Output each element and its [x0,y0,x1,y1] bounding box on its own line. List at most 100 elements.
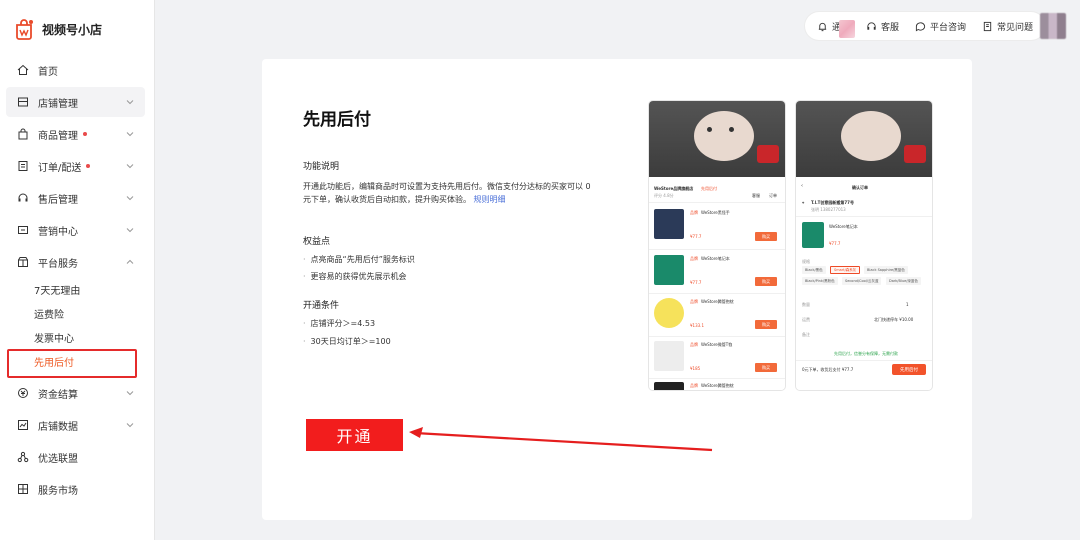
faq-label: 常见问题 [996,22,1033,33]
benefits-title: 权益点 [303,237,331,247]
buy-button[interactable]: 购买 [755,320,777,329]
checkout-panel: ‹ 确认订单 ⌖ T.I.T创意园新搬第77号 张明 1380277013 We… [796,177,932,390]
ship-value[interactable]: 北门快递停车 ¥10.00 [874,317,913,322]
paylater-badge: 先用后付 [701,186,717,191]
qty-label: 数量 [802,302,810,307]
product-thumb [654,255,684,285]
product-price: ¥77.7 [690,280,702,285]
location-icon: ⌖ [802,200,805,205]
sidebar-item-products[interactable]: 商品管理 [6,119,145,149]
sidebar-item-label: 订单/配送 [38,162,82,174]
checkout-header: 确认订单 [852,185,868,190]
spec-chip-selected[interactable]: Smart/森系灰 [830,266,861,274]
sidebar-item-label: 平台服务 [38,258,78,270]
sidebar-item-store[interactable]: 店铺管理 [6,87,145,117]
sidebar-item-label: 资金结算 [38,389,78,401]
faq-button[interactable]: 常见问题 [982,20,1033,33]
product-tag: 品牌 [690,383,698,388]
product-tag: 品牌 [690,299,698,304]
sidebar-item-marketing[interactable]: 营销中心 [6,215,145,245]
highlight-box [7,349,137,378]
store-icon [16,95,30,109]
brand[interactable]: 视频号小店 [14,18,102,40]
headset-icon [16,191,30,205]
spec-chip[interactable]: Black/Pink/黑粉色 [802,277,838,285]
rules-link[interactable]: 规则明细 [474,195,506,204]
service-label: 客服 [880,22,899,33]
buy-button[interactable]: 购买 [755,232,777,241]
spec-chip[interactable]: Black Sapphire/黑蓝色 [864,266,908,274]
feature-text: 开通此功能后，编辑商品时可设置为支持先用后付。微信支付分达标的买家可以 0 元下… [303,182,591,204]
product-thumb [654,209,684,239]
phone-preview-shop: WeStore品牌旗舰店 先用后付 评分 4.8分 客服 订单 品牌 WeSto… [649,101,785,390]
buy-button[interactable]: 购买 [755,277,777,286]
consult-label: 平台咨询 [929,22,966,33]
notification-button[interactable]: 通知 [817,19,855,38]
app-name: 视频号小店 [42,22,103,37]
alert-dot [83,132,87,136]
sidebar: 视频号小店 首页 店铺管理 商品管理 订单/配送 售后管理 营销中心 平台服务 … [0,0,155,540]
back-icon[interactable]: ‹ [801,184,803,189]
sidebar-item-label: 店铺数据 [38,421,78,433]
platform-consult-button[interactable]: 平台咨询 [915,20,966,33]
contact-text: 张明 1380277013 [811,207,846,212]
product-tag: 品牌 [690,342,698,347]
customer-service-button[interactable]: 客服 [866,20,899,33]
market-icon [16,482,30,496]
order-action[interactable]: 订单 [769,193,777,198]
product-price: ¥133.1 [690,323,704,328]
sidebar-item-label: 店铺管理 [38,98,78,110]
open-button[interactable]: 开通 [306,419,403,451]
sidebar-item-label: 商品管理 [38,130,78,142]
hero-image [649,101,785,177]
top-toolbar: 通知 客服 平台咨询 常见问题 [804,12,1045,40]
annotation-arrow [409,427,713,452]
document-icon [983,21,992,31]
qty-value[interactable]: 1 [906,302,909,307]
product-name: WeStore笔记本 [701,256,730,261]
page-title: 先用后付 [303,110,371,130]
sidebar-item-platform-service[interactable]: 平台服务 [6,247,145,277]
sidebar-item-store-data[interactable]: 店铺数据 [6,410,145,440]
sidebar-item-label: 首页 [38,66,58,78]
chevron-down-icon [126,164,134,169]
sidebar-subitem-7days-return[interactable]: 7天无理由 [34,283,80,301]
product-name: WeStore黑怪手 [701,210,730,215]
chevron-down-icon [126,100,134,105]
alliance-icon [16,450,30,464]
main-card: 先用后付 功能说明 开通此功能后，编辑商品时可设置为支持先用后付。微信支付分达标… [262,59,972,520]
sidebar-item-alliance[interactable]: 优选联盟 [6,442,145,472]
headset-icon [867,21,876,30]
benefit-item: 点亮商品“先用后付”服务标识 [303,254,415,265]
sidebar-item-home[interactable]: 首页 [6,55,145,85]
product-thumb [654,298,684,328]
chat-icon [915,21,926,31]
chevron-down-icon [126,132,134,137]
shop-logo-icon [14,18,34,40]
spec-chip[interactable]: Black/黑色 [802,266,826,274]
shop-rating: 评分 4.8分 [654,193,674,198]
sidebar-subitem-shipping-insurance[interactable]: 运费险 [34,307,64,325]
service-action[interactable]: 客服 [752,193,760,198]
spec-chip[interactable]: Second/Cool/云灰蓝 [842,277,882,285]
spec-chip[interactable]: Dark/Blue/深蓝色 [886,277,921,285]
product-name: WeStore腾管抱枕 [701,383,734,388]
condition-item: 店铺评分＞=4.53 [303,318,376,329]
alert-dot [86,164,91,168]
sidebar-subitem-invoice[interactable]: 发票中心 [34,331,74,349]
sidebar-item-funds[interactable]: 资金结算 [6,378,145,408]
chevron-up-icon [126,259,134,264]
marketing-icon [16,223,30,237]
pay-later-button[interactable]: 先用后付 [892,364,926,375]
product-name: WeStore微管T恤 [701,342,733,347]
shop-name: WeStore品牌旗舰店 [654,186,694,191]
buy-button[interactable]: 购买 [755,363,777,372]
chevron-down-icon [126,391,134,396]
benefit-item: 更容易的获得优先展示机会 [303,271,407,282]
sidebar-item-orders[interactable]: 订单/配送 [6,151,145,181]
sidebar-item-aftersale[interactable]: 售后管理 [6,183,145,213]
sidebar-item-service-market[interactable]: 服务市场 [6,474,145,504]
chevron-down-icon [126,423,134,428]
chevron-down-icon [126,196,134,201]
avatar[interactable] [1040,13,1066,39]
